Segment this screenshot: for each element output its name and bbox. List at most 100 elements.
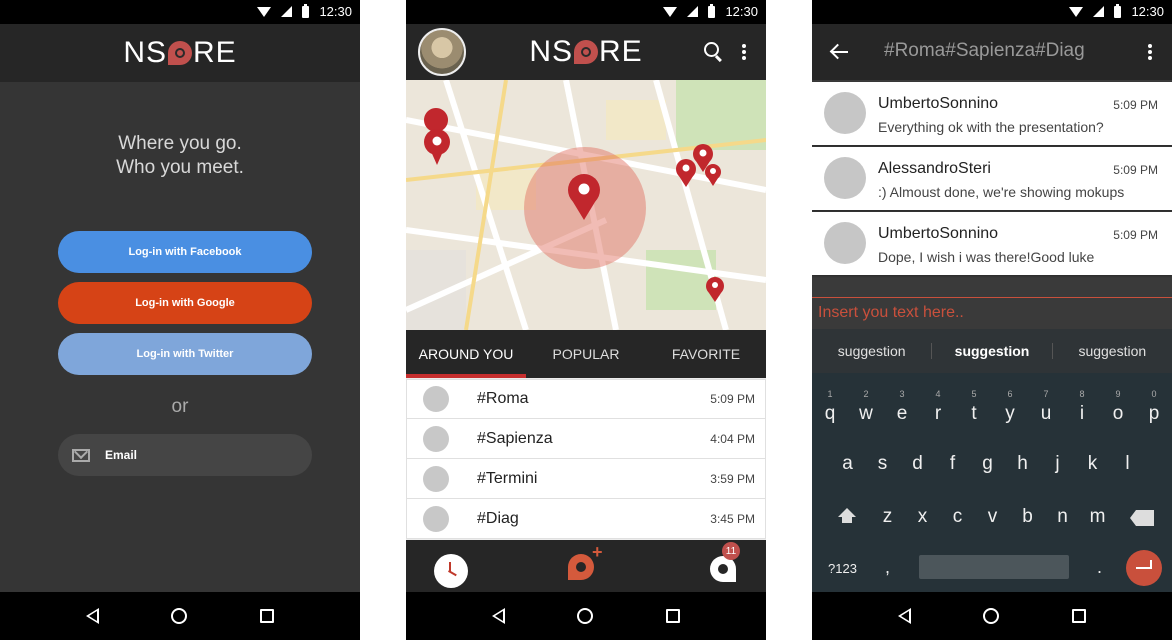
message-time: 5:09 PM	[1113, 163, 1158, 177]
tab-favorite[interactable]: FAVORITE	[646, 330, 766, 378]
key-label: r	[934, 403, 942, 424]
key-v[interactable]: v	[975, 506, 1010, 528]
back-arrow-icon[interactable]	[830, 43, 848, 61]
status-bar: 12:30	[812, 0, 1172, 24]
status-time: 12:30	[725, 4, 758, 19]
key-label: p	[1148, 403, 1160, 424]
google-login-button[interactable]: Log-in with Google	[58, 282, 312, 324]
recents-nav-icon[interactable]	[665, 609, 680, 623]
chat-title: #Roma#Sapienza#Diag	[884, 40, 1085, 61]
suggestion-center[interactable]: suggestion	[931, 343, 1051, 359]
app-bar: #Roma#Sapienza#Diag	[812, 24, 1172, 80]
key-h[interactable]: h	[1005, 453, 1040, 475]
twitter-login-button[interactable]: Log-in with Twitter	[58, 333, 312, 375]
battery-icon	[708, 3, 716, 18]
message-card[interactable]: UmbertoSonnino 5:09 PM Dope, I wish i wa…	[812, 212, 1172, 275]
message-card[interactable]: UmbertoSonnino 5:09 PM Everything ok wit…	[812, 82, 1172, 145]
key-r[interactable]: 4r	[920, 389, 956, 425]
history-clock-icon[interactable]	[434, 554, 468, 588]
key-j[interactable]: j	[1040, 453, 1075, 475]
list-item[interactable]: #Sapienza 4:04 PM	[406, 419, 766, 459]
suggestion-left[interactable]: suggestion	[812, 343, 931, 359]
key-d[interactable]: d	[900, 453, 935, 475]
more-options-icon[interactable]	[1148, 44, 1152, 48]
app-logo: NS RE	[123, 36, 236, 70]
key-z[interactable]: z	[870, 506, 905, 528]
list-item[interactable]: #Diag 3:45 PM	[406, 499, 766, 539]
map-view[interactable]	[406, 80, 766, 330]
key-a[interactable]: a	[830, 453, 865, 475]
signal-icon	[1093, 6, 1105, 17]
key-w[interactable]: 2w	[848, 389, 884, 425]
key-k[interactable]: k	[1075, 453, 1110, 475]
tab-bar: AROUND YOU POPULAR FAVORITE	[406, 330, 766, 378]
space-key[interactable]	[919, 555, 1069, 579]
avatar	[423, 386, 449, 412]
key-y[interactable]: 6y	[992, 389, 1028, 425]
email-login-button[interactable]: Email	[58, 434, 312, 476]
email-label: Email	[105, 448, 138, 462]
home-nav-icon[interactable]	[577, 608, 594, 624]
key-s[interactable]: s	[865, 453, 900, 475]
key-label: w	[859, 403, 873, 424]
key-row-1: 1q 2w 3e 4r 5t 6y 7u 8i 9o 0p	[812, 389, 1172, 425]
wifi-icon	[663, 6, 678, 17]
list-item[interactable]: #Roma 5:09 PM	[406, 379, 766, 419]
logo-text-right: RE	[599, 35, 643, 68]
key-g[interactable]: g	[970, 453, 1005, 475]
avatar	[423, 505, 449, 532]
add-place-icon[interactable]	[568, 554, 594, 580]
tab-around-you[interactable]: AROUND YOU	[406, 330, 526, 378]
bottom-action-bar: + 11	[406, 540, 766, 592]
status-bar: 12:30	[406, 0, 766, 24]
key-t[interactable]: 5t	[956, 389, 992, 425]
key-q[interactable]: 1q	[812, 389, 848, 425]
key-l[interactable]: l	[1110, 453, 1145, 475]
back-nav-icon[interactable]	[898, 608, 912, 624]
more-options-icon[interactable]	[742, 44, 746, 48]
tagline-line-1: Where you go.	[118, 133, 242, 154]
message-input[interactable]: Insert you text here..	[812, 297, 1172, 327]
period-key[interactable]: .	[1097, 557, 1102, 578]
signal-icon	[687, 6, 699, 17]
key-b[interactable]: b	[1010, 506, 1045, 528]
key-label: e	[896, 403, 908, 424]
suggestion-right[interactable]: suggestion	[1051, 343, 1172, 359]
hashtag-name: #Sapienza	[477, 429, 553, 447]
key-i[interactable]: 8i	[1064, 389, 1100, 425]
home-nav-icon[interactable]	[983, 608, 1000, 624]
back-nav-icon[interactable]	[492, 608, 506, 624]
list-item[interactable]: #Termini 3:59 PM	[406, 459, 766, 499]
enter-key-icon[interactable]	[1126, 550, 1162, 586]
facebook-login-button[interactable]: Log-in with Facebook	[58, 231, 312, 273]
recents-nav-icon[interactable]	[1071, 609, 1086, 623]
key-hint: 6	[1007, 389, 1013, 399]
key-n[interactable]: n	[1045, 506, 1080, 528]
wifi-icon	[257, 6, 272, 17]
hashtag-name: #Diag	[477, 509, 519, 527]
tab-popular[interactable]: POPULAR	[526, 330, 646, 378]
back-nav-icon[interactable]	[86, 608, 100, 624]
key-u[interactable]: 7u	[1028, 389, 1064, 425]
recents-nav-icon[interactable]	[259, 609, 274, 623]
key-f[interactable]: f	[935, 453, 970, 475]
message-list: UmbertoSonnino 5:09 PM Everything ok wit…	[812, 82, 1172, 277]
key-label: o	[1112, 403, 1124, 424]
key-m[interactable]: m	[1080, 506, 1115, 528]
profile-avatar[interactable]	[418, 28, 466, 76]
search-icon[interactable]	[704, 42, 719, 57]
key-o[interactable]: 9o	[1100, 389, 1136, 425]
key-e[interactable]: 3e	[884, 389, 920, 425]
key-c[interactable]: c	[940, 506, 975, 528]
logo-text-left: NS	[529, 35, 573, 68]
message-card[interactable]: AlessandroSteri 5:09 PM :) Almoust done,…	[812, 147, 1172, 210]
symbols-key[interactable]: ?123	[828, 561, 857, 576]
battery-icon	[302, 3, 310, 18]
suggestion-strip: suggestion suggestion suggestion	[812, 329, 1172, 373]
key-x[interactable]: x	[905, 506, 940, 528]
logo-pin-icon	[168, 41, 192, 65]
comma-key[interactable]: ,	[885, 557, 890, 578]
home-nav-icon[interactable]	[171, 608, 188, 624]
key-row-3: z x c v b n m	[812, 506, 1172, 528]
key-p[interactable]: 0p	[1136, 389, 1172, 425]
